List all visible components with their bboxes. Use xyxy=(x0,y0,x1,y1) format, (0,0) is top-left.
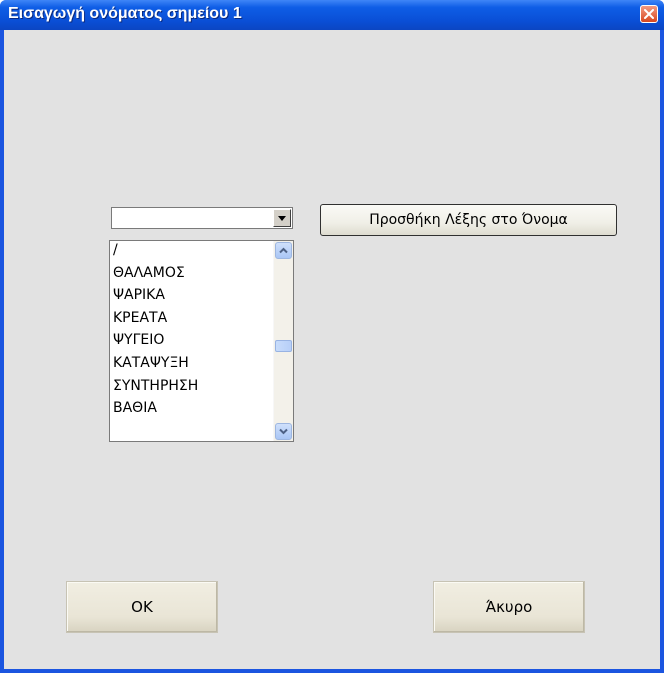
title-bar[interactable]: Εισαγωγή ονόματος σημείου 1 xyxy=(0,0,664,30)
word-list[interactable]: / ΘΑΛΑΜΟΣ ΨΑΡΙΚΑ ΚΡΕΑΤΑ ΨΥΓΕΙΟ ΚΑΤΑΨΥΞΗ ΣΥΝΤΗΡ… xyxy=(109,240,294,442)
list-item[interactable]: ΚΑΤΑΨΥΞΗ xyxy=(113,352,263,375)
dialog-client-area: / ΘΑΛΑΜΟΣ ΨΑΡΙΚΑ ΚΡΕΑΤΑ ΨΥΓΕΙΟ ΚΑΤΑΨΥΞΗ ΣΥΝΤΗΡ… xyxy=(8,30,656,669)
window-title: Εισαγωγή ονόματος σημείου 1 xyxy=(8,5,242,22)
list-item[interactable]: ΨΥΓΕΙΟ xyxy=(113,329,263,352)
scroll-down-button[interactable] xyxy=(275,423,292,440)
word-list-items: / ΘΑΛΑΜΟΣ ΨΑΡΙΚΑ ΚΡΕΑΤΑ ΨΥΓΕΙΟ ΚΑΤΑΨΥΞΗ ΣΥΝΤΗΡ… xyxy=(113,239,263,420)
dialog-window: Εισαγωγή ονόματος σημείου 1 /ΘΑΛΑΜΟΣ ΨΑΡΙ… xyxy=(0,0,664,673)
scroll-thumb[interactable] xyxy=(275,340,292,352)
combo-dropdown-button[interactable] xyxy=(273,209,291,227)
list-item[interactable]: ΚΡΕΑΤΑ xyxy=(113,307,263,330)
list-item[interactable]: ΨΑΡΙΚΑ xyxy=(113,284,263,307)
add-word-button[interactable]: Προσθήκη Λέξης στο Όνομα xyxy=(320,204,617,236)
scroll-up-button[interactable] xyxy=(275,242,292,259)
name-combo-box[interactable] xyxy=(111,207,293,229)
list-scrollbar[interactable] xyxy=(273,241,293,441)
ok-button[interactable]: OK xyxy=(66,581,218,633)
close-icon xyxy=(644,9,654,19)
list-item[interactable]: ΘΑΛΑΜΟΣ xyxy=(113,262,263,285)
close-button[interactable] xyxy=(640,5,658,23)
list-item[interactable]: / xyxy=(113,239,263,262)
chevron-down-icon xyxy=(278,216,286,221)
cancel-button[interactable]: Άκυρο xyxy=(433,581,585,633)
list-item[interactable]: ΣΥΝΤΗΡΗΣΗ xyxy=(113,375,263,398)
chevron-up-icon xyxy=(279,247,288,254)
chevron-down-icon xyxy=(279,428,288,435)
list-item[interactable]: ΒΑΘΙΑ xyxy=(113,397,263,420)
